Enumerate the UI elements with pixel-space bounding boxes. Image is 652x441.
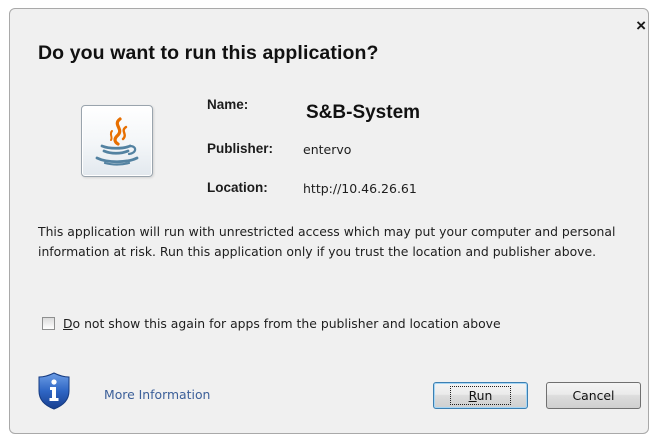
- name-label: Name:: [207, 97, 249, 112]
- dont-show-again-checkbox[interactable]: [42, 317, 55, 330]
- publisher-label: Publisher:: [207, 141, 274, 156]
- dont-show-again-text: o not show this again for apps from the …: [72, 316, 501, 331]
- more-information-link[interactable]: More Information: [104, 387, 210, 402]
- dont-show-again-mnemonic: D: [63, 316, 73, 331]
- dont-show-again-label[interactable]: Do not show this again for apps from the…: [63, 316, 501, 331]
- run-rest: un: [476, 388, 493, 403]
- location-label: Location:: [207, 180, 268, 195]
- dont-show-again-option[interactable]: Do not show this again for apps from the…: [42, 316, 501, 331]
- application-name: S&B-System: [306, 102, 421, 123]
- run-mnemonic: R: [468, 388, 477, 403]
- cancel-button[interactable]: Cancel: [546, 382, 641, 409]
- java-coffee-cup-icon: [81, 105, 153, 177]
- dialog-title: Do you want to run this application?: [38, 42, 379, 64]
- publisher-value: entervo: [303, 142, 352, 157]
- run-button-label: Run: [449, 386, 512, 405]
- security-warning-text: This application will run with unrestric…: [38, 224, 616, 259]
- run-application-dialog: × Do you want to run this application? N…: [9, 8, 649, 434]
- shield-info-icon: [38, 372, 70, 410]
- close-icon[interactable]: ×: [636, 17, 646, 34]
- run-button[interactable]: Run: [433, 382, 528, 409]
- location-value: http://10.46.26.61: [303, 181, 417, 196]
